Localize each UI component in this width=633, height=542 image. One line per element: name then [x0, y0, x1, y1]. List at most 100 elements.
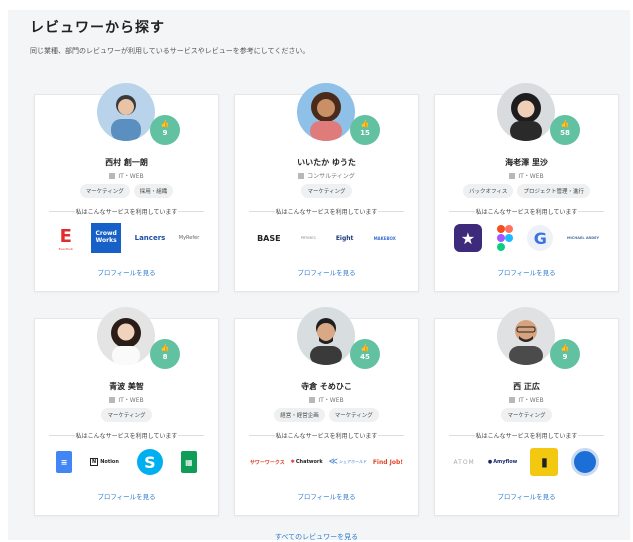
reviewer-card[interactable]: 👍 8 青波 美智 IT・WEB マーケティング 私はこんなサービスを利用していま… [34, 307, 219, 516]
reviewer-name: 西村 創一朗 [105, 158, 148, 167]
service-logo[interactable]: E Eventhub [54, 226, 78, 251]
tag[interactable]: マーケティング [501, 408, 552, 422]
tag-list: バックオフィス プロジェクト管理・進行 [435, 184, 618, 198]
service-logo[interactable] [571, 448, 600, 476]
service-logo[interactable]: Find Job! [373, 459, 403, 466]
service-logos: サワーワークス ✱ Chatwork ≪ シェアホールド Find Job! [247, 445, 406, 479]
service-logo[interactable]: ▦ [180, 451, 197, 473]
service-logo[interactable]: MICHAEL ARDEY [567, 236, 599, 240]
building-icon [509, 173, 516, 179]
like-count: 58 [560, 129, 570, 137]
like-count: 8 [162, 353, 168, 361]
like-badge: 👍 9 [150, 115, 180, 145]
thumbs-up-icon: 👍 [160, 344, 170, 352]
avatar [497, 307, 555, 365]
service-logo[interactable]: PRTIMES [301, 236, 316, 240]
tag[interactable]: 経営・経営企画 [274, 408, 325, 422]
reviewer-name: 青波 美智 [109, 382, 144, 391]
uses-label: 私はこんなサービスを利用しています [249, 207, 404, 216]
service-logos: ★ G MICHAEL ARDEY [447, 221, 606, 255]
profile-link[interactable]: プロフィールを見る [435, 267, 618, 277]
profile-link[interactable]: プロフィールを見る [435, 491, 618, 501]
thumbs-up-icon: 👍 [560, 120, 570, 128]
uses-label: 私はこんなサービスを利用しています [49, 207, 204, 216]
building-icon [109, 397, 116, 403]
service-logo[interactable]: MAKEBOX [374, 236, 396, 241]
like-badge: 👍 45 [350, 339, 380, 369]
thumbs-up-icon: 👍 [360, 344, 370, 352]
service-logo[interactable]: ≡ [56, 451, 72, 473]
service-logo[interactable]: ≪ シェアホールド [329, 457, 367, 467]
section-title: レビュワーから探す [30, 20, 165, 36]
reviewer-name: 西 正広 [513, 382, 540, 391]
building-icon [309, 397, 316, 403]
avatar [97, 307, 155, 365]
like-badge: 👍 8 [150, 339, 180, 369]
section-lead: 同じ業種、部門のレビュワーが利用しているサービスやレビューを参考にしてください。 [30, 47, 310, 55]
like-count: 15 [360, 129, 370, 137]
like-badge: 👍 15 [350, 115, 380, 145]
service-logo[interactable]: ★ [453, 224, 482, 252]
avatar [297, 307, 355, 365]
tag-list: マーケティング [235, 184, 418, 198]
reviewer-name: 海老澤 里沙 [505, 158, 548, 167]
tag[interactable]: プロジェクト管理・進行 [517, 184, 590, 198]
building-icon [509, 397, 516, 403]
service-logo[interactable]: ▮ [530, 448, 559, 476]
thumbs-up-icon: 👍 [160, 120, 170, 128]
service-logo[interactable]: サワーワークス [250, 459, 285, 466]
service-logo[interactable]: Crowd Works [91, 223, 122, 253]
reviewer-card[interactable]: 👍 15 いいたか ゆうた コンサルティング マーケティング 私はこんなサービスを… [234, 83, 419, 292]
profile-link[interactable]: プロフィールを見る [35, 491, 218, 501]
tag[interactable]: マーケティング [301, 184, 352, 198]
service-logos: BASE PRTIMES Eight MAKEBOX [247, 221, 406, 255]
service-logos: ≡ N Notion S ▦ [47, 445, 206, 479]
reviewer-card[interactable]: 👍 45 寺倉 そめひこ IT・WEB 経営・経営企画 マーケティング 私はこんなサ… [234, 307, 419, 516]
reviewer-card[interactable]: 👍 58 海老澤 里沙 IT・WEB バックオフィス プロジェクト管理・進行 私はこ… [434, 83, 619, 292]
tag[interactable]: 採用・組織 [133, 184, 174, 198]
thumbs-up-icon: 👍 [360, 120, 370, 128]
page: レビュワーから探す 同じ業種、部門のレビュワーが利用しているサービスやレビューを… [0, 0, 633, 542]
service-logo[interactable]: ATOM [454, 459, 475, 466]
tag-list: 経営・経営企画 マーケティング [235, 408, 418, 422]
profile-link[interactable]: プロフィールを見る [235, 267, 418, 277]
service-logo[interactable] [496, 224, 514, 252]
profile-link[interactable]: プロフィールを見る [235, 491, 418, 501]
notion-icon: N [90, 458, 99, 466]
reviewer-card[interactable]: 👍 9 西村 創一朗 IT・WEB マーケティング 採用・組織 私はこんなサービスを… [34, 83, 219, 292]
thumbs-up-icon: 👍 [560, 344, 570, 352]
service-logo[interactable]: N Notion [90, 458, 119, 466]
profile-link[interactable]: プロフィールを見る [35, 267, 218, 277]
service-logo[interactable]: BASE [257, 234, 281, 243]
tag-list: マーケティング [435, 408, 618, 422]
reviewer-industry: IT・WEB [35, 171, 218, 180]
reviewer-card[interactable]: 👍 9 西 正広 IT・WEB マーケティング 私はこんなサービスを利用しています… [434, 307, 619, 516]
service-logos: ATOM ● Amyflow ▮ [447, 445, 606, 479]
like-badge: 👍 58 [550, 115, 580, 145]
avatar [497, 83, 555, 141]
reviewer-industry: コンサルティング [235, 171, 418, 180]
building-icon [298, 173, 305, 179]
tag[interactable]: バックオフィス [463, 184, 514, 198]
tag-list: マーケティング [35, 408, 218, 422]
reviewer-industry: IT・WEB [235, 395, 418, 404]
uses-label: 私はこんなサービスを利用しています [249, 431, 404, 440]
tag[interactable]: マーケティング [101, 408, 152, 422]
tag[interactable]: マーケティング [79, 184, 130, 198]
service-logo[interactable]: ✱ Chatwork [291, 459, 323, 465]
reviewer-name: 寺倉 そめひこ [301, 382, 352, 391]
reviewer-industry: IT・WEB [435, 171, 618, 180]
service-logo[interactable]: MyRefer [179, 235, 200, 241]
like-badge: 👍 9 [550, 339, 580, 369]
service-logo[interactable]: Eight [336, 235, 354, 242]
tag[interactable]: マーケティング [328, 408, 379, 422]
service-logo[interactable]: S [136, 449, 163, 475]
service-logo[interactable]: ● Amyflow [488, 459, 517, 465]
reviewer-industry: IT・WEB [35, 395, 218, 404]
reviewer-industry: IT・WEB [435, 395, 618, 404]
avatar [297, 83, 355, 141]
service-logo[interactable]: Lancers [135, 234, 166, 242]
uses-label: 私はこんなサービスを利用しています [49, 431, 204, 440]
view-all-reviewers-link[interactable]: すべてのレビュワーを見る [0, 532, 633, 542]
service-logo[interactable]: G [527, 225, 554, 251]
